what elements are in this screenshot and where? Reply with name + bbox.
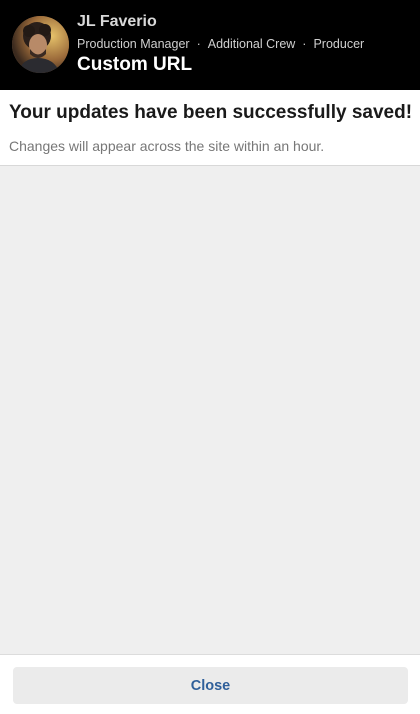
page-title: Custom URL xyxy=(77,54,193,75)
role-producer: Producer xyxy=(313,37,365,51)
app-root: JL Faverio Production Manager · Additional… xyxy=(0,0,420,714)
avatar xyxy=(12,16,69,73)
role-separator: · xyxy=(196,37,201,51)
profile-roles: Production Manager · Additional Crew · Produ… xyxy=(77,37,364,51)
footer-bar: Close xyxy=(0,654,420,714)
role-additional-crew: Additional Crew xyxy=(207,37,296,51)
content-area xyxy=(0,167,420,654)
role-separator: · xyxy=(302,37,307,51)
close-button[interactable]: Close xyxy=(13,667,408,704)
role-production-manager: Production Manager xyxy=(77,37,190,51)
success-subtitle: Changes will appear across the site with… xyxy=(9,138,325,154)
success-notice: Your updates have been successfully save… xyxy=(0,90,420,166)
profile-header: JL Faverio Production Manager · Additional… xyxy=(0,0,420,90)
success-title: Your updates have been successfully save… xyxy=(9,102,413,123)
profile-name: JL Faverio xyxy=(77,13,157,30)
user-avatar-photo-icon xyxy=(12,16,69,73)
